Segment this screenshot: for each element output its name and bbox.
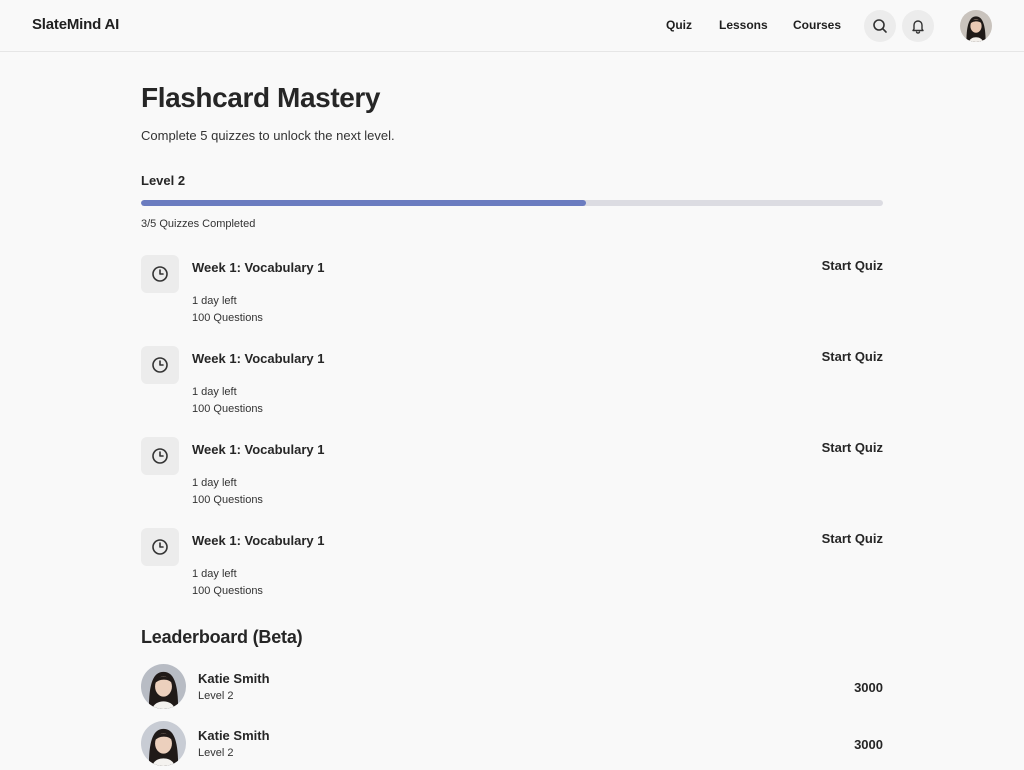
- leaderboard-row: Katie Smith Level 2 3000: [141, 721, 883, 767]
- clock-icon: [152, 357, 168, 373]
- quiz-title: Week 1: Vocabulary 1: [192, 533, 325, 548]
- start-quiz-button[interactable]: Start Quiz: [822, 349, 883, 364]
- quiz-time-left: 1 day left: [192, 386, 237, 398]
- leaderboard-score: 3000: [854, 737, 883, 752]
- quiz-title: Week 1: Vocabulary 1: [192, 442, 325, 457]
- leaderboard-avatar-image: [141, 664, 186, 709]
- progress-text: 3/5 Quizzes Completed: [141, 218, 256, 230]
- leaderboard-title: Leaderboard (Beta): [141, 627, 303, 647]
- quiz-item: Week 1: Vocabulary 1 1 day left 100 Ques…: [141, 255, 883, 335]
- quiz-icon-box: [141, 346, 179, 384]
- search-icon: [873, 19, 887, 33]
- avatar: [141, 721, 186, 766]
- leaderboard-level: Level 2: [198, 690, 234, 702]
- notifications-button[interactable]: [902, 10, 934, 42]
- page-title: Flashcard Mastery: [141, 82, 381, 113]
- nav-link-lessons[interactable]: Lessons: [719, 18, 768, 32]
- leaderboard-name: Katie Smith: [198, 671, 270, 686]
- start-quiz-button[interactable]: Start Quiz: [822, 258, 883, 273]
- clock-icon: [152, 266, 168, 282]
- nav-link-quiz[interactable]: Quiz: [666, 18, 692, 32]
- quiz-icon-box: [141, 255, 179, 293]
- start-quiz-button[interactable]: Start Quiz: [822, 440, 883, 455]
- quiz-item: Week 1: Vocabulary 1 1 day left 100 Ques…: [141, 437, 883, 517]
- clock-icon: [152, 448, 168, 464]
- user-avatar-image: [960, 10, 992, 42]
- leaderboard-score: 3000: [854, 680, 883, 695]
- quiz-question-count: 100 Questions: [192, 403, 263, 415]
- bell-icon: [912, 20, 924, 34]
- user-avatar[interactable]: [960, 10, 992, 42]
- clock-icon: [152, 539, 168, 555]
- search-button[interactable]: [864, 10, 896, 42]
- quiz-time-left: 1 day left: [192, 477, 237, 489]
- level-progress-bar: [141, 200, 883, 206]
- quiz-question-count: 100 Questions: [192, 312, 263, 324]
- brand-logo[interactable]: SlateMind AI: [32, 16, 119, 33]
- quiz-title: Week 1: Vocabulary 1: [192, 351, 325, 366]
- quiz-title: Week 1: Vocabulary 1: [192, 260, 325, 275]
- top-bar: SlateMind AI Quiz Lessons Courses: [0, 0, 1024, 52]
- leaderboard-row: Katie Smith Level 2 3000: [141, 664, 883, 710]
- page-subtitle: Complete 5 quizzes to unlock the next le…: [141, 128, 395, 143]
- quiz-icon-box: [141, 528, 179, 566]
- nav-link-courses[interactable]: Courses: [793, 18, 841, 32]
- leaderboard-avatar-image: [141, 721, 186, 766]
- avatar: [141, 664, 186, 709]
- level-progress-fill: [141, 200, 587, 206]
- quiz-time-left: 1 day left: [192, 295, 237, 307]
- quiz-question-count: 100 Questions: [192, 494, 263, 506]
- leaderboard-level: Level 2: [198, 747, 234, 759]
- start-quiz-button[interactable]: Start Quiz: [822, 531, 883, 546]
- leaderboard-name: Katie Smith: [198, 728, 270, 743]
- quiz-item: Week 1: Vocabulary 1 1 day left 100 Ques…: [141, 346, 883, 426]
- quiz-item: Week 1: Vocabulary 1 1 day left 100 Ques…: [141, 528, 883, 608]
- quiz-question-count: 100 Questions: [192, 585, 263, 597]
- quiz-icon-box: [141, 437, 179, 475]
- quiz-time-left: 1 day left: [192, 568, 237, 580]
- level-label: Level 2: [141, 173, 186, 188]
